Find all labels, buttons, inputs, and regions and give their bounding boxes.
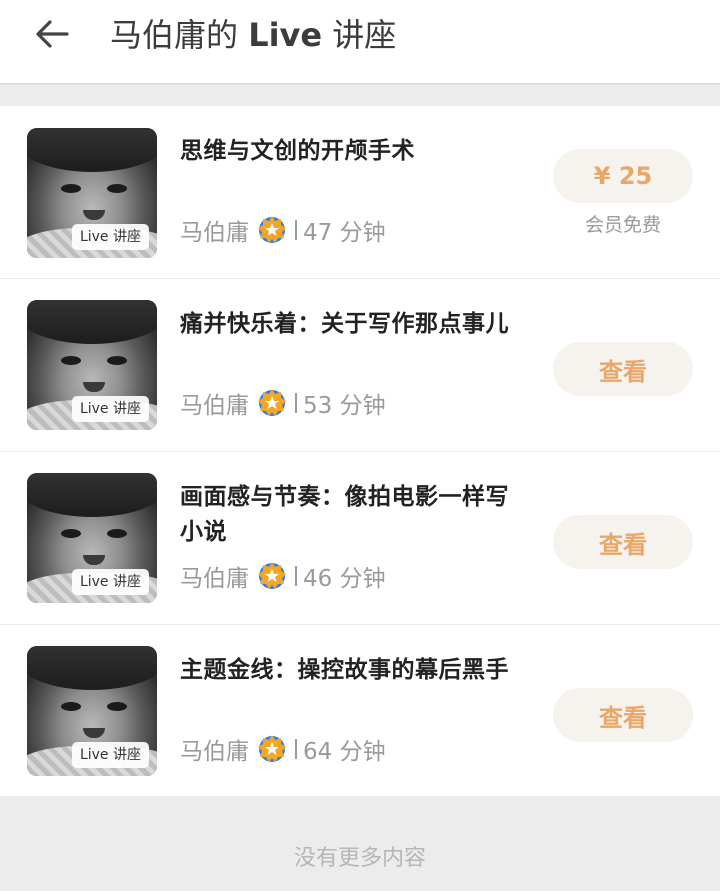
verified-badge-icon [257,561,287,591]
lecture-row[interactable]: Live 讲座 思维与文创的开颅手术 马伯庸 47 分钟 ¥ 25 会员免费 [0,106,720,278]
lecture-duration: 53 分钟 [303,393,386,419]
header-gap [0,85,720,106]
lecture-title: 画面感与节奏：像拍电影一样写小说 [180,484,509,545]
lecture-meta: 马伯庸 64 分钟 [180,732,386,766]
live-tag: Live 讲座 [71,569,149,595]
view-button[interactable]: 查看 [553,515,693,569]
page-title-suffix: 讲座 [322,16,397,54]
page-title: 马伯庸的 Live 讲座 [110,14,396,56]
lecture-row[interactable]: Live 讲座 痛并快乐着：关于写作那点事儿 马伯庸 53 分钟 查看 [0,279,720,451]
live-tag: Live 讲座 [71,224,149,250]
back-button[interactable] [30,14,74,54]
lecture-meta: 马伯庸 47 分钟 [180,213,386,247]
lecture-list: Live 讲座 思维与文创的开颅手术 马伯庸 47 分钟 ¥ 25 会员免费 L… [0,106,720,796]
arrow-left-icon [36,20,69,48]
verified-badge-icon [257,388,287,418]
lecture-cover: Live 讲座 [27,300,157,430]
lecture-cover: Live 讲座 [27,473,157,603]
price-button[interactable]: ¥ 25 [553,149,693,203]
lecture-title: 主题金线：操控故事的幕后黑手 [180,657,509,683]
page-title-live: Live [248,16,323,54]
lecture-title: 思维与文创的开颅手术 [180,138,415,164]
live-tag: Live 讲座 [71,396,149,422]
meta-separator [295,393,297,413]
no-more-content: 没有更多内容 [293,846,426,871]
verified-badge-icon [257,734,287,764]
lecture-row[interactable]: Live 讲座 画面感与节奏：像拍电影一样写小说 马伯庸 46 分钟 查看 [0,452,720,624]
lecture-meta: 马伯庸 46 分钟 [180,559,386,593]
view-button[interactable]: 查看 [553,342,693,396]
page-title-prefix: 马伯庸的 [110,16,249,54]
lecture-row[interactable]: Live 讲座 主题金线：操控故事的幕后黑手 马伯庸 64 分钟 查看 [0,625,720,797]
verified-badge-icon [257,215,287,245]
meta-separator [295,566,297,586]
lecture-cover: Live 讲座 [27,128,157,258]
live-tag: Live 讲座 [71,742,149,768]
author-name: 马伯庸 [180,220,249,246]
meta-separator [295,739,297,759]
lecture-duration: 64 分钟 [303,739,386,765]
author-name: 马伯庸 [180,393,249,419]
view-button[interactable]: 查看 [553,688,693,742]
meta-separator [295,220,297,240]
lecture-title: 痛并快乐着：关于写作那点事儿 [180,311,509,337]
lecture-cover: Live 讲座 [27,646,157,776]
member-free-note: 会员免费 [584,214,661,236]
app-bar: 马伯庸的 Live 讲座 [0,0,720,84]
lecture-duration: 46 分钟 [303,566,386,592]
author-name: 马伯庸 [180,739,249,765]
lecture-meta: 马伯庸 53 分钟 [180,386,386,420]
lecture-duration: 47 分钟 [303,220,386,246]
author-name: 马伯庸 [180,566,249,592]
